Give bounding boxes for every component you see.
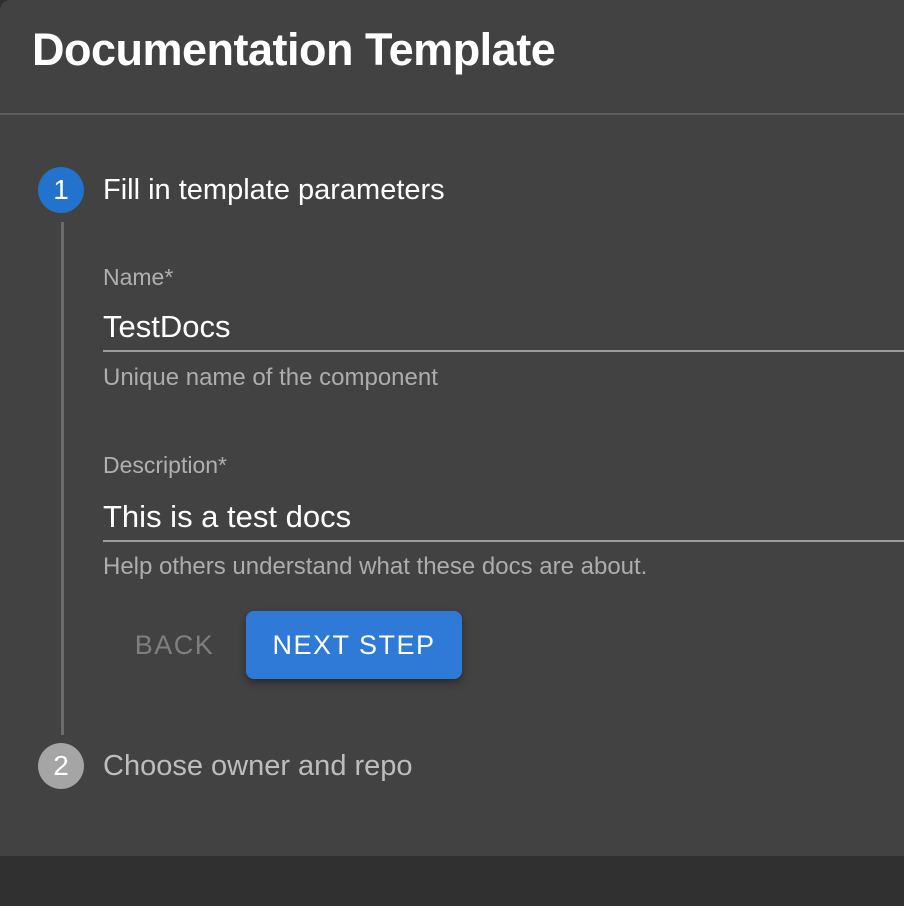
- step-1-label: Fill in template parameters: [103, 173, 445, 207]
- name-helper-text: Unique name of the component: [103, 364, 438, 392]
- description-field-label: Description*: [103, 452, 227, 479]
- next-step-button[interactable]: NEXT STEP: [246, 611, 462, 679]
- name-input[interactable]: [103, 304, 904, 352]
- description-input[interactable]: [103, 494, 904, 542]
- name-field-label: Name*: [103, 264, 173, 291]
- step-2-number: 2: [53, 750, 69, 782]
- step-1-badge: 1: [38, 167, 84, 213]
- step-2-badge: 2: [38, 743, 84, 789]
- description-helper-text: Help others understand what these docs a…: [103, 553, 647, 581]
- step-1-number: 1: [53, 174, 69, 206]
- page-background-strip: [0, 856, 904, 906]
- header-divider: [0, 113, 904, 115]
- step-2-label: Choose owner and repo: [103, 749, 413, 783]
- page-title: Documentation Template: [32, 24, 555, 76]
- back-button[interactable]: BACK: [112, 617, 237, 673]
- stepper-connector-line: [61, 222, 64, 735]
- template-card: Documentation Template 1 Fill in templat…: [0, 0, 904, 856]
